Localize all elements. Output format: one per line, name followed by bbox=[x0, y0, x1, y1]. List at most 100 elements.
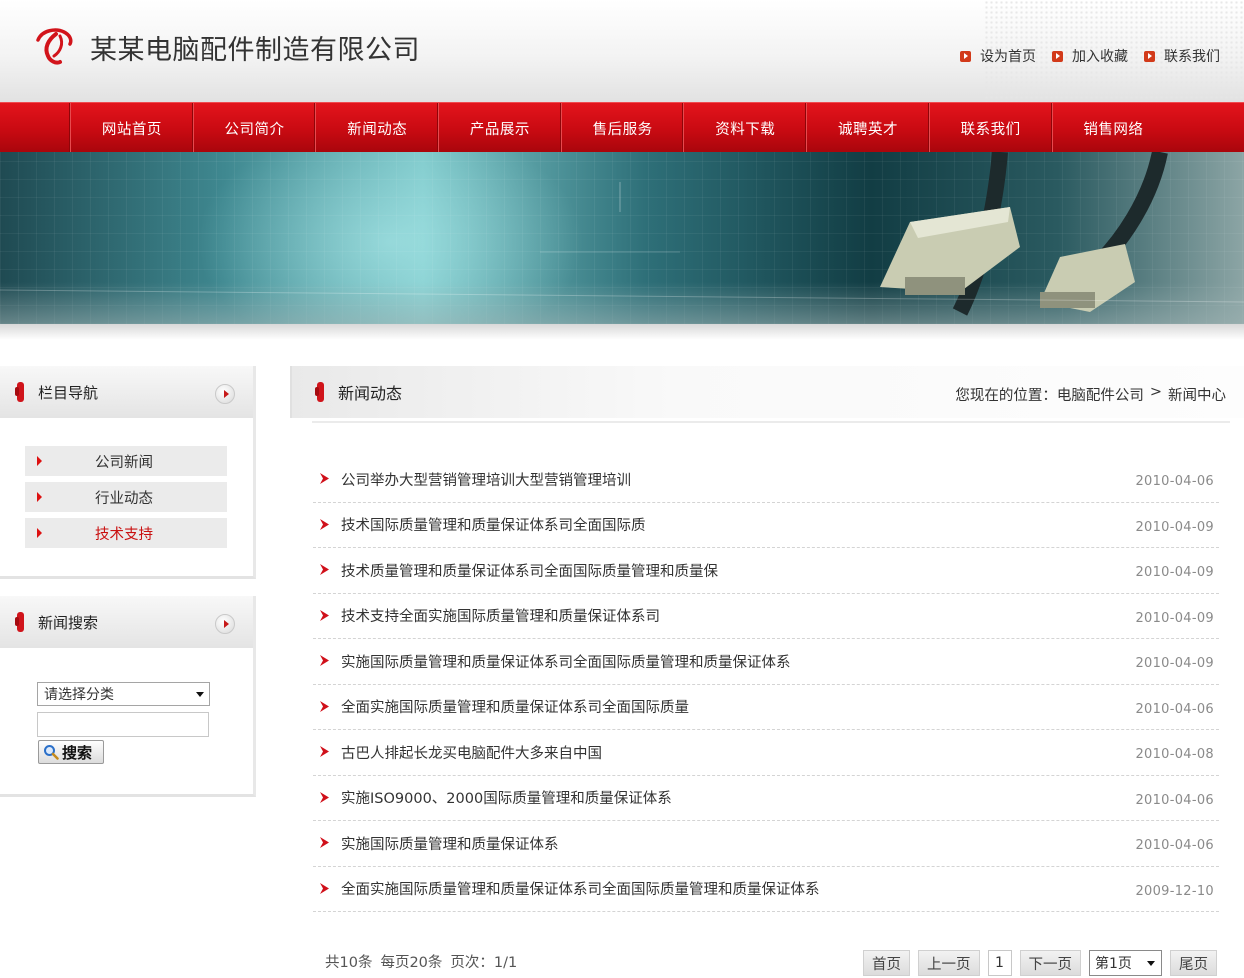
add-favorite-link[interactable]: 加入收藏 bbox=[1052, 46, 1128, 66]
arrow-circle-icon[interactable] bbox=[215, 614, 235, 634]
red-marker-icon bbox=[15, 382, 24, 402]
nav-item-downloads[interactable]: 资料下载 bbox=[683, 103, 806, 153]
company-logo[interactable] bbox=[34, 26, 76, 68]
next-page-button[interactable]: 下一页 bbox=[1019, 950, 1081, 976]
hero-banner bbox=[0, 152, 1244, 324]
nav-item-sales[interactable]: 销售网络 bbox=[1051, 103, 1175, 153]
page-select[interactable]: 第1页 bbox=[1089, 950, 1162, 976]
nav-item-home[interactable]: 网站首页 bbox=[70, 103, 193, 153]
bullet-arrow-icon bbox=[320, 791, 329, 803]
connector-cable-image bbox=[0, 152, 1244, 316]
category-nav-panel: 栏目导航 公司新闻 行业动态 技术支持 bbox=[0, 366, 256, 579]
breadcrumb-current[interactable]: 新闻中心 bbox=[1168, 384, 1226, 405]
news-date: 2009-12-10 bbox=[1135, 883, 1214, 899]
search-button[interactable]: 搜索 bbox=[38, 740, 104, 764]
news-search-title: 新闻搜索 bbox=[38, 613, 99, 632]
news-item[interactable]: 全面实施国际质量管理和质量保证体系司全面国际质量 2010-04-06 bbox=[313, 685, 1219, 730]
news-search-panel: 新闻搜索 请选择分类 搜索 bbox=[0, 596, 256, 797]
news-item[interactable]: 实施国际质量管理和质量保证体系司全面国际质量管理和质量保证体系 2010-04-… bbox=[313, 639, 1219, 685]
contact-us-label: 联系我们 bbox=[1164, 49, 1220, 65]
page-number-button[interactable]: 1 bbox=[987, 950, 1012, 976]
bullet-arrow-icon bbox=[320, 473, 329, 484]
site-header: 某某电脑配件制造有限公司 设为首页 加入收藏 联系我们 bbox=[0, 0, 1244, 102]
category-item-company-news[interactable]: 公司新闻 bbox=[25, 446, 227, 476]
news-item[interactable]: 公司举办大型营销管理培训大型营销管理培训 2010-04-06 bbox=[313, 457, 1219, 503]
category-select[interactable]: 请选择分类 bbox=[37, 682, 210, 706]
breadcrumb-separator: > bbox=[1149, 384, 1162, 400]
pager-info: 共10条 每页20条 页次：1/1 bbox=[325, 951, 517, 972]
category-item-tech-support[interactable]: 技术支持 bbox=[25, 518, 227, 548]
news-date: 2010-04-09 bbox=[1135, 610, 1214, 626]
breadcrumb-home[interactable]: 您现在的位置：电脑配件公司 bbox=[955, 384, 1144, 405]
arrow-circle-icon[interactable] bbox=[215, 384, 235, 404]
category-label: 行业动态 bbox=[95, 490, 153, 507]
bullet-arrow-icon bbox=[320, 564, 329, 575]
news-item[interactable]: 技术国际质量管理和质量保证体系司全面国际质 2010-04-09 bbox=[313, 503, 1219, 548]
nav-item-jobs[interactable]: 诚聘英才 bbox=[806, 103, 929, 153]
bullet-arrow-icon bbox=[320, 746, 329, 757]
news-title: 技术国际质量管理和质量保证体系司全面国际质 bbox=[341, 518, 646, 535]
company-name: 某某电脑配件制造有限公司 bbox=[90, 35, 420, 66]
set-homepage-label: 设为首页 bbox=[980, 49, 1036, 65]
breadcrumb: 您现在的位置：电脑配件公司 > 新闻中心 bbox=[955, 384, 1226, 405]
news-title: 实施国际质量管理和质量保证体系司全面国际质量管理和质量保证体系 bbox=[341, 654, 791, 671]
news-item[interactable]: 全面实施国际质量管理和质量保证体系司全面国际质量管理和质量保证体系 2009-1… bbox=[313, 867, 1219, 912]
page-select-value: 第1页 bbox=[1095, 956, 1132, 972]
bullet-arrow-icon bbox=[320, 609, 329, 621]
pager-per-page: 每页20条 bbox=[380, 955, 443, 971]
news-date: 2010-04-06 bbox=[1135, 474, 1214, 489]
news-date: 2010-04-09 bbox=[1135, 519, 1214, 535]
news-item[interactable]: 技术支持全面实施国际质量管理和质量保证体系司 2010-04-09 bbox=[313, 594, 1219, 639]
news-title: 全面实施国际质量管理和质量保证体系司全面国际质量 bbox=[341, 700, 689, 717]
news-item[interactable]: 技术质量管理和质量保证体系司全面国际质量管理和质量保 2010-04-09 bbox=[313, 548, 1219, 594]
category-label: 公司新闻 bbox=[95, 454, 153, 471]
page-title: 新闻动态 bbox=[338, 384, 403, 403]
news-title: 实施国际质量管理和质量保证体系 bbox=[341, 836, 559, 853]
dropdown-caret-icon bbox=[196, 692, 204, 697]
news-date: 2010-04-06 bbox=[1135, 701, 1214, 717]
news-title: 公司举办大型营销管理培训大型营销管理培训 bbox=[341, 472, 631, 489]
news-item[interactable]: 实施ISO9000、2000国际质量管理和质量保证体系 2010-04-06 bbox=[313, 776, 1219, 821]
main-nav: 网站首页 公司简介 新闻动态 产品展示 售后服务 资料下载 诚聘英才 联系我们 … bbox=[0, 102, 1244, 153]
news-item[interactable]: 古巴人排起长龙买电脑配件大多来自中国 2010-04-08 bbox=[313, 730, 1219, 776]
bullet-arrow-icon bbox=[320, 882, 329, 894]
nav-item-news[interactable]: 新闻动态 bbox=[315, 103, 438, 153]
nav-item-service[interactable]: 售后服务 bbox=[560, 103, 684, 153]
red-marker-icon bbox=[315, 382, 324, 402]
set-homepage-link[interactable]: 设为首页 bbox=[960, 46, 1036, 66]
add-favorite-label: 加入收藏 bbox=[1072, 49, 1128, 65]
arrow-right-icon bbox=[37, 528, 42, 538]
category-select-value: 请选择分类 bbox=[44, 687, 114, 703]
news-title: 全面实施国际质量管理和质量保证体系司全面国际质量管理和质量保证体系 bbox=[341, 882, 820, 899]
news-section-header: 新闻动态 您现在的位置：电脑配件公司 > 新闻中心 bbox=[290, 366, 1244, 418]
bullet-arrow-icon bbox=[320, 700, 329, 712]
news-item[interactable]: 实施国际质量管理和质量保证体系 2010-04-06 bbox=[313, 821, 1219, 867]
news-search-header: 新闻搜索 bbox=[0, 596, 253, 648]
red-marker-icon bbox=[15, 612, 24, 632]
news-date: 2010-04-06 bbox=[1135, 792, 1214, 808]
nav-item-about[interactable]: 公司简介 bbox=[192, 103, 316, 153]
prev-page-button[interactable]: 上一页 bbox=[918, 950, 980, 976]
category-item-industry[interactable]: 行业动态 bbox=[25, 482, 227, 512]
nav-item-products[interactable]: 产品展示 bbox=[438, 103, 561, 153]
first-page-button[interactable]: 首页 bbox=[863, 950, 910, 976]
search-keyword-input[interactable] bbox=[37, 712, 209, 737]
divider bbox=[312, 421, 1230, 423]
arrow-bullet-icon bbox=[1144, 50, 1155, 62]
search-button-label: 搜索 bbox=[62, 743, 93, 762]
bullet-arrow-icon bbox=[320, 518, 329, 530]
pager-pages: 页次：1/1 bbox=[450, 955, 518, 971]
arrow-bullet-icon bbox=[1052, 50, 1063, 62]
pagination: 首页 上一页 1 下一页 第1页 尾页 bbox=[863, 950, 1217, 976]
contact-us-link[interactable]: 联系我们 bbox=[1144, 46, 1220, 66]
last-page-button[interactable]: 尾页 bbox=[1170, 950, 1217, 976]
pager-total: 共10条 bbox=[325, 955, 373, 971]
dropdown-caret-icon bbox=[1147, 961, 1155, 966]
news-list: 公司举办大型营销管理培训大型营销管理培训 2010-04-06 技术国际质量管理… bbox=[313, 457, 1219, 912]
nav-item-contact[interactable]: 联系我们 bbox=[928, 103, 1052, 153]
category-label: 技术支持 bbox=[95, 526, 153, 543]
top-links: 设为首页 加入收藏 联系我们 bbox=[960, 46, 1220, 66]
news-title: 实施ISO9000、2000国际质量管理和质量保证体系 bbox=[341, 791, 672, 808]
bullet-arrow-icon bbox=[320, 655, 329, 666]
news-date: 2010-04-09 bbox=[1135, 565, 1214, 580]
